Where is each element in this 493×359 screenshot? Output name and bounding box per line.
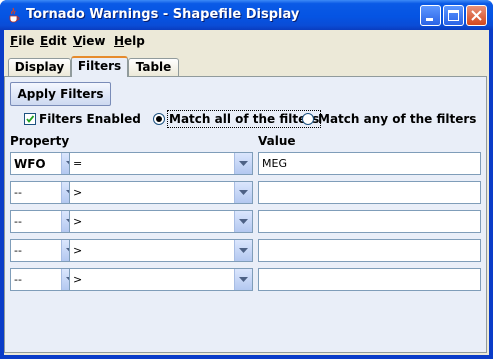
value-field[interactable] (258, 239, 481, 262)
chevron-down-icon[interactable] (234, 269, 252, 290)
minimize-button[interactable] (420, 5, 441, 26)
title-bar[interactable]: Tornado Warnings - Shapefile Display (0, 0, 493, 30)
value-field[interactable]: MEG (258, 152, 481, 175)
filters-enabled-checkbox[interactable] (24, 113, 36, 125)
menu-view[interactable]: View (73, 34, 105, 48)
menu-bar: File Edit View Help (4, 30, 489, 52)
minimize-icon (426, 18, 433, 21)
match-any-radio[interactable] (302, 113, 314, 125)
value-field[interactable] (258, 181, 481, 204)
operator-select[interactable]: > (69, 210, 253, 233)
maximize-icon (448, 10, 459, 21)
operator-select[interactable]: > (69, 268, 253, 291)
filters-enabled-label: Filters Enabled (39, 112, 141, 126)
apply-filters-button[interactable]: Apply Filters (10, 82, 111, 106)
tab-table[interactable]: Table (128, 58, 179, 76)
operator-select[interactable]: > (69, 239, 253, 262)
menu-file[interactable]: File (10, 34, 35, 48)
operator-select[interactable]: > (69, 181, 253, 204)
tab-display[interactable]: Display (8, 58, 71, 76)
window-content: File Edit View Help Display Filters Tabl… (4, 30, 489, 355)
window-title: Tornado Warnings - Shapefile Display (26, 7, 300, 22)
chevron-down-icon[interactable] (234, 211, 252, 232)
property-header: Property (10, 134, 70, 148)
value-field[interactable] (258, 210, 481, 233)
application-window: Tornado Warnings - Shapefile Display Fil… (0, 0, 493, 359)
chevron-down-icon[interactable] (234, 182, 252, 203)
checkmark-icon (26, 115, 35, 123)
match-all-label: Match all of the filters (166, 110, 322, 128)
close-button[interactable] (466, 5, 487, 26)
match-any-label: Match any of the filters (318, 112, 477, 126)
menu-edit[interactable]: Edit (40, 34, 67, 48)
filters-panel: Apply Filters Filters Enabled Match all … (4, 76, 487, 353)
match-all-radio[interactable] (153, 113, 165, 125)
java-cup-icon[interactable] (6, 7, 22, 23)
value-header: Value (258, 134, 296, 148)
chevron-down-icon[interactable] (234, 153, 252, 174)
close-icon (471, 10, 482, 21)
tab-filters[interactable]: Filters (71, 56, 128, 77)
menu-help[interactable]: Help (114, 34, 145, 48)
maximize-button[interactable] (443, 5, 464, 26)
operator-select[interactable]: = (69, 152, 253, 175)
chevron-down-icon[interactable] (234, 240, 252, 261)
radio-selected-dot (156, 116, 162, 122)
value-field[interactable] (258, 268, 481, 291)
